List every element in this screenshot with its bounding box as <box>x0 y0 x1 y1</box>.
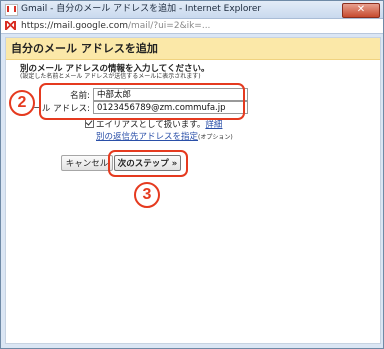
gmail-icon <box>5 4 18 16</box>
dialog-title: 自分のメール アドレスを追加 <box>11 42 158 55</box>
address-path: /mail/?ui=2&ik=... <box>127 21 211 31</box>
address-bar[interactable]: https://mail.google.com/mail/?ui=2&ik=..… <box>1 19 383 34</box>
title-bar: Gmail - 自分のメール アドレスを追加 - Internet Explor… <box>1 1 383 19</box>
alias-label: エイリアスとして扱います。 <box>96 120 206 130</box>
browser-window: Gmail - 自分のメール アドレスを追加 - Internet Explor… <box>0 0 384 349</box>
add-email-dialog: 自分のメール アドレスを追加 別のメール アドレスの情報を入力してください。 (… <box>5 37 381 344</box>
cancel-button[interactable]: キャンセル <box>61 155 113 171</box>
alias-checkbox[interactable] <box>85 119 94 128</box>
address-text: https://mail.google.com/mail/?ui=2&ik=..… <box>21 19 210 33</box>
reply-to-link[interactable]: 別の返信先アドレスを指定 <box>96 132 198 142</box>
dialog-title-bar: 自分のメール アドレスを追加 <box>6 38 380 60</box>
address-host: https://mail.google.com <box>21 21 128 31</box>
step-badge-3: 3 <box>134 182 160 208</box>
instruction-subtext: (設定した名前とメール アドレスが送信するメールに表示されます) <box>20 73 201 80</box>
highlight-box-step2 <box>39 83 245 120</box>
reply-to-note: (オプション) <box>198 134 233 141</box>
close-button[interactable]: ✕ <box>342 3 380 18</box>
step-badge-2: 2 <box>9 90 35 116</box>
window-title: Gmail - 自分のメール アドレスを追加 - Internet Explor… <box>21 4 262 14</box>
highlight-box-step3 <box>108 150 188 177</box>
reply-to-option: 別の返信先アドレスを指定(オプション) <box>96 130 233 142</box>
gmail-icon <box>5 21 16 30</box>
details-link[interactable]: 詳細 <box>205 120 222 130</box>
